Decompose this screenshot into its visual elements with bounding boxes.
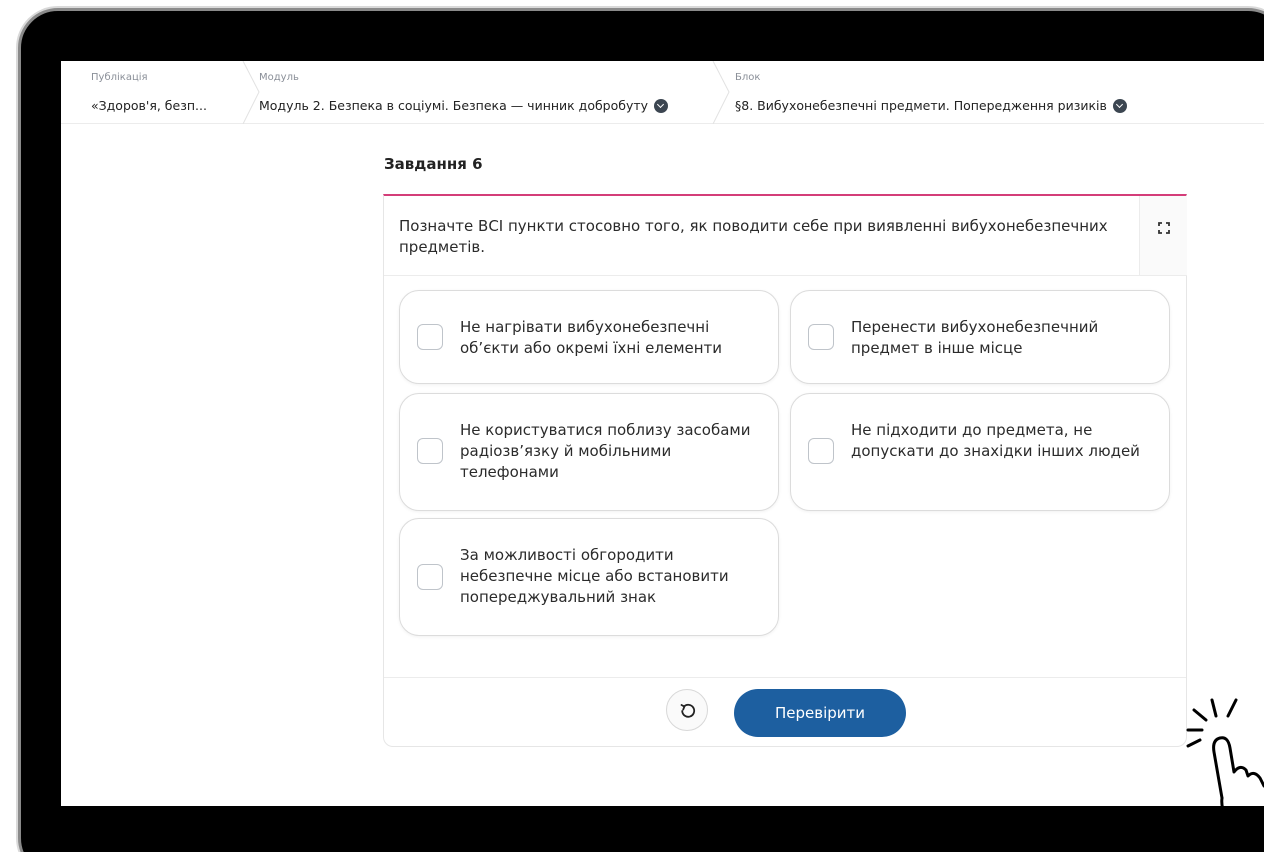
option-checkbox[interactable]	[417, 324, 443, 350]
option-checkbox[interactable]	[417, 438, 443, 464]
answer-option[interactable]: Не підходити до предмета, не допускати д…	[790, 393, 1170, 511]
check-button[interactable]: Перевірити	[734, 689, 906, 737]
expand-button[interactable]	[1139, 196, 1187, 276]
breadcrumb: Публікація «Здоров'я, безп... Модуль Мод…	[61, 61, 1264, 125]
breadcrumb-value-text: «Здоров'я, безп...	[91, 98, 207, 113]
breadcrumb-value: «Здоров'я, безп...	[91, 98, 207, 113]
hand-pointer-icon	[1186, 698, 1264, 840]
reset-button[interactable]	[666, 689, 708, 731]
breadcrumb-separator	[241, 61, 261, 125]
option-text: Не підходити до предмета, не допускати д…	[851, 421, 1140, 460]
breadcrumb-value-text: Модуль 2. Безпека в соціумі. Безпека — ч…	[259, 98, 649, 113]
option-text: Перенести вибухонебезпечний предмет в ін…	[851, 318, 1099, 357]
answer-option[interactable]: Не користуватися поблизу засобами радіоз…	[399, 393, 779, 511]
option-checkbox[interactable]	[417, 564, 443, 590]
option-text: Не нагрівати вибухонебезпечні об’єкти аб…	[460, 318, 723, 357]
chevron-down-icon[interactable]	[654, 98, 669, 113]
answer-option[interactable]: За можливості обгородити небезпечне місц…	[399, 518, 779, 636]
chevron-down-icon[interactable]	[1112, 98, 1127, 113]
breadcrumb-value: §8. Вибухонебезпечні предмети. Попередже…	[735, 98, 1127, 113]
task-footer: Перевірити	[384, 677, 1186, 747]
answer-option[interactable]: Не нагрівати вибухонебезпечні об’єкти аб…	[399, 290, 779, 384]
option-text: За можливості обгородити небезпечне місц…	[460, 546, 729, 606]
reset-icon	[680, 703, 696, 718]
breadcrumb-separator	[711, 61, 731, 125]
option-checkbox[interactable]	[808, 324, 834, 350]
breadcrumb-value-text: §8. Вибухонебезпечні предмети. Попередже…	[735, 98, 1107, 113]
breadcrumb-value: Модуль 2. Безпека в соціумі. Безпека — ч…	[259, 98, 669, 113]
breadcrumb-label: Блок	[735, 72, 761, 83]
option-checkbox[interactable]	[808, 438, 834, 464]
task-card: Позначте ВСІ пункти стосовно того, як по…	[383, 194, 1187, 747]
task-title: Завдання 6	[384, 155, 483, 173]
breadcrumb-label: Модуль	[259, 72, 299, 83]
question-text: Позначте ВСІ пункти стосовно того, як по…	[384, 196, 1139, 276]
app-screen: Публікація «Здоров'я, безп... Модуль Мод…	[61, 61, 1264, 806]
option-text: Не користуватися поблизу засобами радіоз…	[460, 421, 751, 481]
expand-icon	[1158, 222, 1170, 234]
breadcrumb-label: Публікація	[91, 72, 148, 83]
answer-option[interactable]: Перенести вибухонебезпечний предмет в ін…	[790, 290, 1170, 384]
